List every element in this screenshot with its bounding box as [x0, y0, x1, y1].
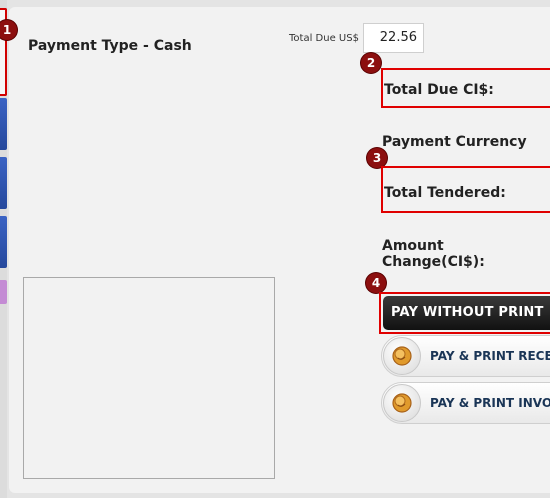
total-tendered-label: Total Tendered:	[384, 185, 506, 201]
pay-without-print-button[interactable]: PAY WITHOUT PRINT	[383, 296, 550, 330]
total-due-us-label: Total Due US$	[289, 33, 359, 44]
payment-type-title: Payment Type - Cash	[28, 38, 192, 54]
coin-icon	[383, 384, 421, 422]
step-marker-3: 3	[367, 148, 387, 168]
pay-print-invoice-label: PAY & PRINT INVO	[430, 396, 550, 410]
amount-change-label: Amount Change(CI$):	[382, 238, 485, 270]
pay-print-receipt-label: PAY & PRINT RECE	[430, 349, 550, 363]
notes-textarea[interactable]	[23, 277, 275, 479]
total-due-ci-label: Total Due CI$:	[384, 82, 494, 98]
payment-method-tab-3[interactable]	[0, 157, 7, 209]
pay-print-receipt-button[interactable]: PAY & PRINT RECE	[381, 335, 550, 377]
step-marker-4: 4	[366, 273, 386, 293]
coin-icon	[383, 337, 421, 375]
payment-method-tab-4[interactable]	[0, 216, 7, 268]
payment-method-tab-2[interactable]	[0, 98, 7, 150]
payment-method-tab-5[interactable]	[0, 280, 7, 304]
payment-currency-label: Payment Currency	[382, 134, 527, 150]
step-marker-2: 2	[361, 53, 381, 73]
total-due-us-field[interactable]: 22.56	[363, 23, 424, 53]
pay-print-invoice-button[interactable]: PAY & PRINT INVO	[381, 382, 550, 424]
